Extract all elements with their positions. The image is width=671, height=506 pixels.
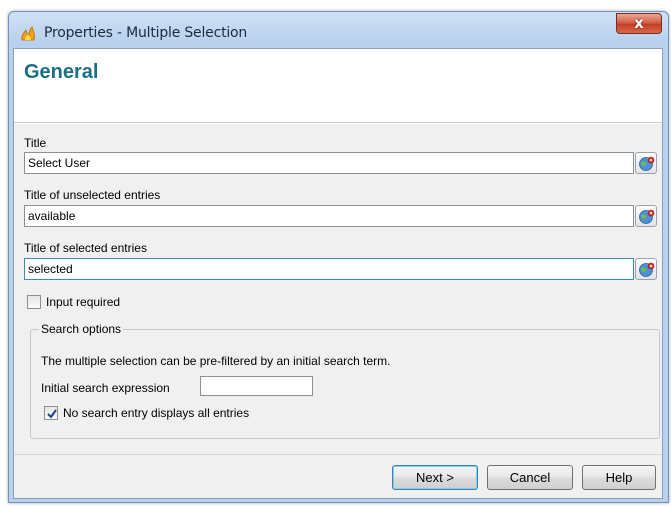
selected-title-input[interactable]: selected — [24, 258, 634, 280]
dialog-client-area: General Title Select User Title of unsel… — [13, 48, 663, 499]
title-input[interactable]: Select User — [24, 152, 634, 174]
page-header: General — [14, 49, 662, 123]
no-search-all-entries-label: No search entry displays all entries — [63, 406, 250, 420]
title-bar[interactable]: Properties - Multiple Selection x — [9, 12, 668, 48]
initial-search-input[interactable] — [200, 376, 313, 396]
globe-translate-icon — [639, 262, 655, 277]
input-required-label: Input required — [46, 295, 121, 309]
selected-title-label: Title of selected entries — [24, 241, 147, 255]
unselected-title-label: Title of unselected entries — [24, 188, 161, 202]
search-options-description: The multiple selection can be pre-filter… — [41, 354, 391, 368]
search-options-legend: Search options — [39, 322, 124, 336]
input-required-checkbox[interactable] — [27, 295, 41, 309]
title-label: Title — [24, 136, 47, 150]
cancel-button[interactable]: Cancel — [487, 465, 573, 490]
no-search-all-entries-checkbox[interactable] — [44, 406, 58, 420]
help-button[interactable]: Help — [582, 465, 656, 490]
selected-translate-button[interactable] — [635, 258, 657, 280]
globe-translate-icon — [639, 209, 655, 224]
close-button[interactable]: x — [616, 13, 662, 34]
checkmark-icon — [47, 409, 57, 419]
next-button[interactable]: Next > — [392, 465, 478, 490]
form-body: Title Select User Title of unselected en… — [14, 124, 662, 454]
initial-search-label: Initial search expression — [41, 381, 170, 395]
close-icon: x — [634, 14, 644, 32]
page-title: General — [24, 61, 99, 83]
app-flame-icon — [19, 24, 37, 42]
globe-translate-icon — [639, 156, 655, 171]
search-options-group: Search options The multiple selection ca… — [30, 322, 660, 439]
properties-dialog: Properties - Multiple Selection x Genera… — [8, 11, 669, 503]
window-title: Properties - Multiple Selection — [44, 25, 248, 41]
unselected-title-input[interactable]: available — [24, 205, 634, 227]
unselected-translate-button[interactable] — [635, 205, 657, 227]
button-bar: Next > Cancel Help — [14, 454, 662, 498]
title-translate-button[interactable] — [635, 152, 657, 174]
